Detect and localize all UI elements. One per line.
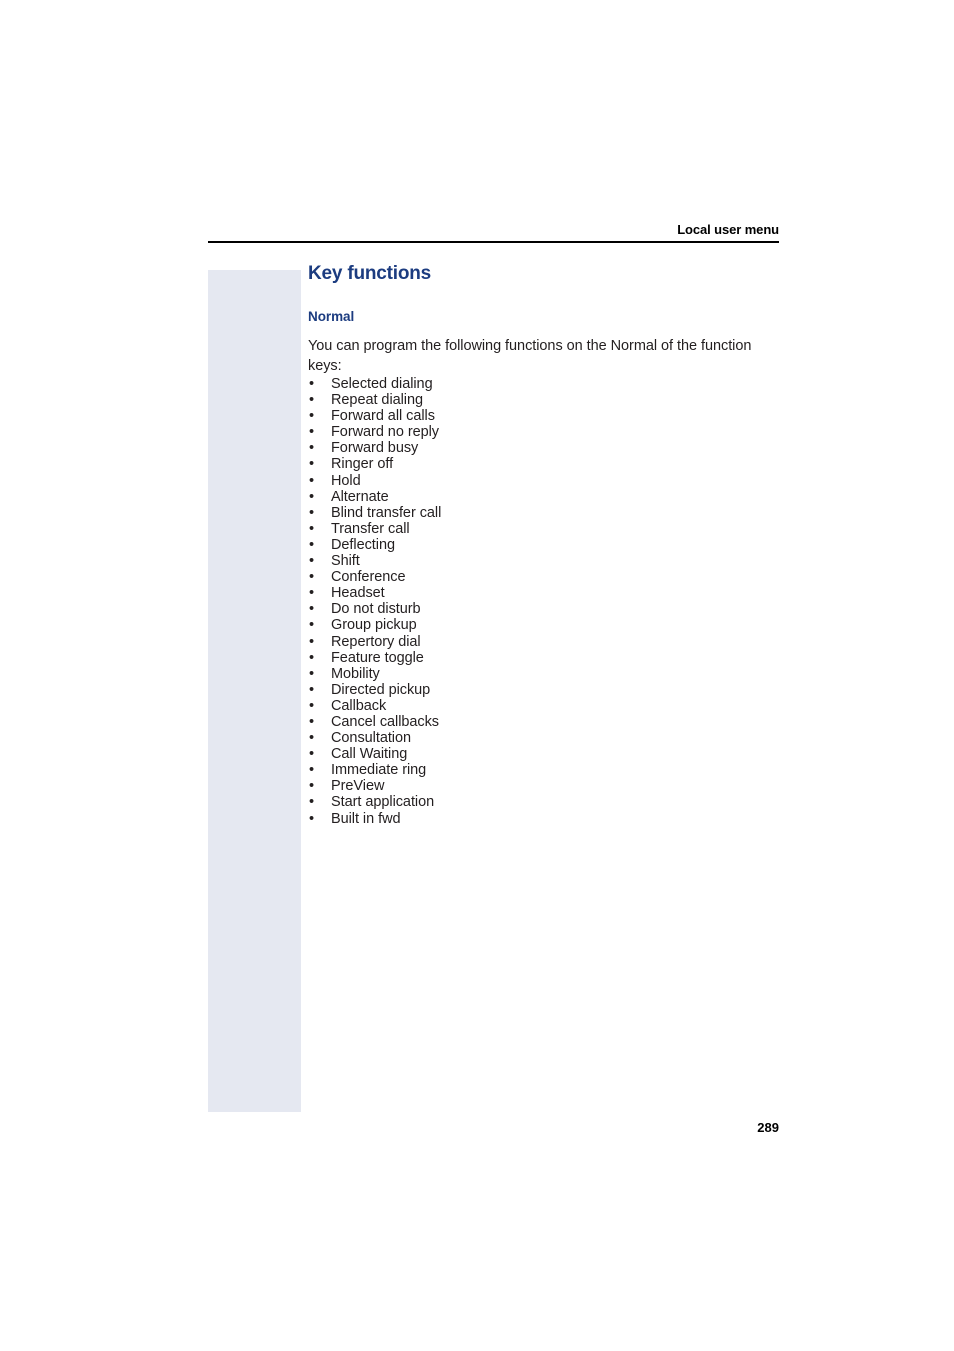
list-item-label: Selected dialing (331, 376, 433, 392)
key-functions-list: • Selected dialing • Repeat dialing • Forward… (308, 376, 780, 827)
bullet-icon: • (309, 713, 315, 730)
list-item: • Selected dialing (308, 376, 780, 392)
bullet-icon: • (309, 810, 315, 827)
list-item-label: Transfer call (331, 520, 410, 537)
bullet-icon: • (309, 440, 315, 457)
list-item: • Repertory dial (308, 634, 780, 650)
bullet-icon: • (309, 456, 315, 473)
section-subheading: Normal (308, 309, 355, 324)
intro-paragraph: You can program the following functions … (308, 338, 752, 374)
list-item-label: Directed pickup (331, 681, 431, 698)
page-number: 289 (757, 1120, 779, 1135)
bullet-icon: • (309, 536, 315, 553)
list-item: • Mobility (308, 666, 780, 682)
list-item-label: Forward all calls (331, 408, 435, 425)
bullet-icon: • (309, 424, 315, 441)
list-item: • Forward all calls (308, 408, 780, 424)
content-column: Key functions Normal You can program the… (308, 262, 780, 827)
list-item-label: Immediate ring (331, 762, 427, 779)
list-item: • Group pickup (308, 617, 780, 633)
bullet-icon: • (309, 697, 315, 714)
list-item-label: Callback (331, 697, 387, 714)
list-item: • Forward busy (308, 440, 780, 456)
list-item: • Headset (308, 585, 780, 601)
bullet-icon: • (309, 746, 315, 763)
header-title: Local user menu (677, 222, 779, 237)
bullet-icon: • (309, 778, 315, 795)
list-item: • Callback (308, 698, 780, 714)
list-item-label: Mobility (331, 665, 380, 682)
page-title: Key functions (308, 263, 432, 284)
bullet-icon: • (309, 665, 315, 682)
bullet-icon: • (309, 649, 315, 666)
list-item-label: Cancel callbacks (331, 713, 439, 730)
list-item-label: Repertory dial (331, 633, 421, 650)
list-item: • Ringer off (308, 456, 780, 472)
bullet-icon: • (309, 794, 315, 811)
list-item: • Immediate ring (308, 762, 780, 778)
list-item: • Consultation (308, 730, 780, 746)
list-item-label: Blind transfer call (331, 504, 442, 521)
list-item-label: Group pickup (331, 617, 417, 634)
list-item: • Hold (308, 473, 780, 489)
bullet-icon: • (309, 488, 315, 505)
bullet-icon: • (309, 569, 315, 586)
list-item-label: Feature toggle (331, 649, 424, 666)
list-item-label: Consultation (331, 730, 412, 747)
list-item: • Built in fwd (308, 811, 780, 827)
list-item: • Repeat dialing (308, 392, 780, 408)
list-item-label: Shift (331, 553, 360, 570)
bullet-icon: • (309, 762, 315, 779)
list-item-label: Call Waiting (331, 746, 408, 763)
bullet-icon: • (309, 553, 315, 570)
list-item-label: Built in fwd (331, 810, 401, 827)
bullet-icon: • (309, 408, 315, 425)
list-item: • Do not disturb (308, 601, 780, 617)
bullet-icon: • (309, 376, 315, 392)
list-item: • Conference (308, 569, 780, 585)
bullet-icon: • (309, 681, 315, 698)
list-item-label: Forward busy (331, 440, 419, 457)
list-item: • Directed pickup (308, 682, 780, 698)
list-item-label: Deflecting (331, 536, 395, 553)
list-item: • Deflecting (308, 537, 780, 553)
list-item-label: Start application (331, 794, 435, 811)
bullet-icon: • (309, 504, 315, 521)
list-item: • Blind transfer call (308, 505, 780, 521)
list-item: • Cancel callbacks (308, 714, 780, 730)
bullet-icon: • (309, 633, 315, 650)
bullet-icon: • (309, 472, 315, 489)
list-item-label: Hold (331, 472, 361, 489)
bullet-icon: • (309, 520, 315, 537)
list-item-label: Conference (331, 569, 406, 586)
list-item: • Transfer call (308, 521, 780, 537)
bullet-icon: • (309, 392, 315, 409)
list-item: • Feature toggle (308, 650, 780, 666)
list-item: • Alternate (308, 489, 780, 505)
bullet-icon: • (309, 601, 315, 618)
list-item: • Call Waiting (308, 746, 780, 762)
list-item-label: Ringer off (331, 456, 394, 473)
list-item: • Start application (308, 794, 780, 810)
bullet-icon: • (309, 617, 315, 634)
list-item: • Shift (308, 553, 780, 569)
list-item-label: PreView (331, 778, 385, 795)
list-item-label: Alternate (331, 488, 389, 505)
list-item-label: Forward no reply (331, 424, 439, 441)
document-page: Local user menu Key functions Normal You… (0, 0, 954, 1351)
list-item-label: Do not disturb (331, 601, 421, 618)
bullet-icon: • (309, 585, 315, 602)
list-item-label: Repeat dialing (331, 392, 424, 409)
bullet-icon: • (309, 730, 315, 747)
page-header: Local user menu (208, 222, 779, 244)
list-item: • Forward no reply (308, 424, 780, 440)
list-item: • PreView (308, 778, 780, 794)
margin-accent-block (208, 270, 301, 1112)
header-divider (208, 241, 779, 244)
list-item-label: Headset (331, 585, 385, 602)
